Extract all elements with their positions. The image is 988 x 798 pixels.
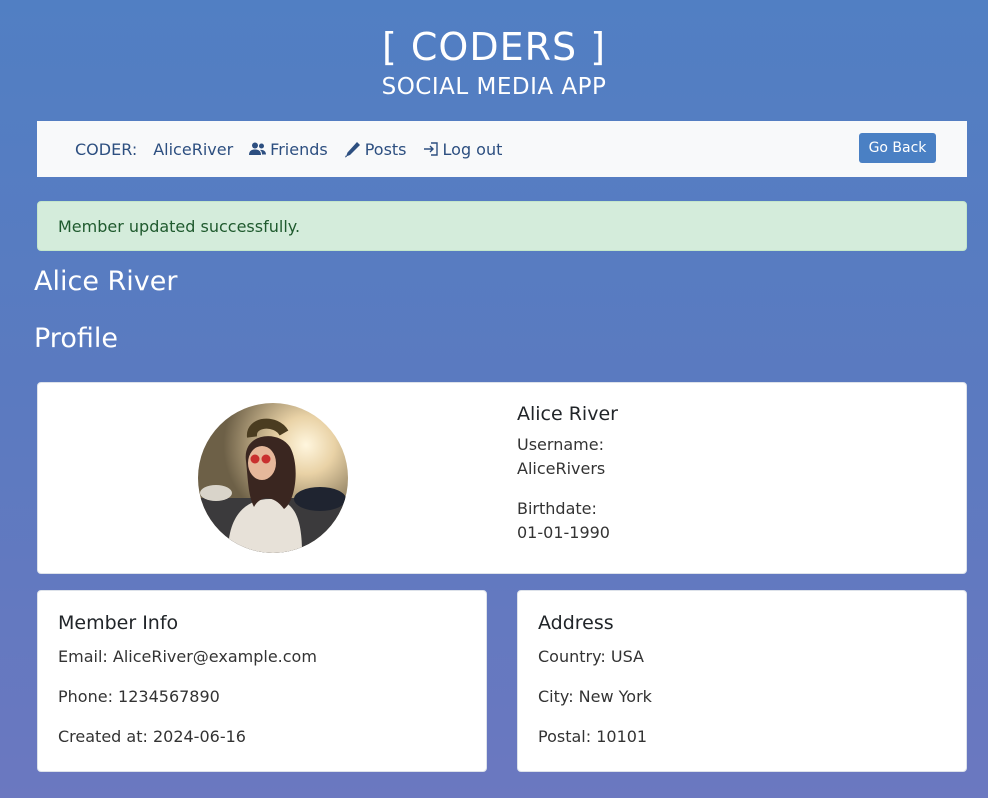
member-info-title: Member Info [58, 612, 179, 634]
address-title: Address [538, 612, 614, 634]
member-name-heading: Alice River [34, 266, 178, 297]
app-title: [ CODERS ] [381, 25, 607, 69]
address-postal: Postal: 10101 [538, 727, 648, 746]
nav-logout-link[interactable]: Log out [423, 139, 503, 159]
profile-heading: Profile [34, 323, 118, 354]
member-phone: Phone: 1234567890 [58, 687, 220, 706]
profile-info: Alice River Username: AliceRivers Birthd… [517, 403, 618, 545]
avatar-photo [198, 403, 348, 553]
birthdate-label: Birthdate: [517, 499, 597, 518]
nav-logout-label: Log out [442, 139, 503, 159]
address-country: Country: USA [538, 647, 644, 666]
alert-message: Member updated successfully. [58, 216, 301, 236]
address-city: City: New York [538, 687, 652, 706]
app-header: [ CODERS ] SOCIAL MEDIA APP [0, 0, 988, 102]
profile-name: Alice River [517, 403, 618, 425]
member-email: Email: AliceRiver@example.com [58, 647, 317, 666]
member-created: Created at: 2024-06-16 [58, 727, 246, 746]
avatar [198, 403, 348, 553]
nav-friends-label: Friends [270, 139, 328, 159]
nav-friends-link[interactable]: Friends [249, 140, 328, 159]
navbar: CODER: AliceRiver Friends Posts Log out … [37, 121, 967, 177]
users-icon [249, 142, 267, 155]
nav-username-link[interactable]: AliceRiver [153, 140, 233, 159]
birthdate-value: 01-01-1990 [517, 523, 610, 542]
nav-posts-label: Posts [364, 139, 407, 159]
address-card: Address Country: USA City: New York Post… [517, 590, 967, 772]
profile-card: Alice River Username: AliceRivers Birthd… [37, 382, 967, 574]
username-label: Username: [517, 435, 604, 454]
member-info-card: Member Info Email: AliceRiver@example.co… [37, 590, 487, 772]
success-alert: Member updated successfully. [37, 201, 967, 251]
username-value: AliceRivers [517, 459, 606, 478]
coder-label: CODER: [75, 139, 138, 159]
nav-posts-link[interactable]: Posts [344, 140, 407, 159]
go-back-button[interactable]: Go Back [859, 133, 936, 163]
pencil-icon [344, 141, 360, 157]
login-arrow-icon [423, 142, 438, 156]
app-subtitle: SOCIAL MEDIA APP [381, 74, 607, 100]
